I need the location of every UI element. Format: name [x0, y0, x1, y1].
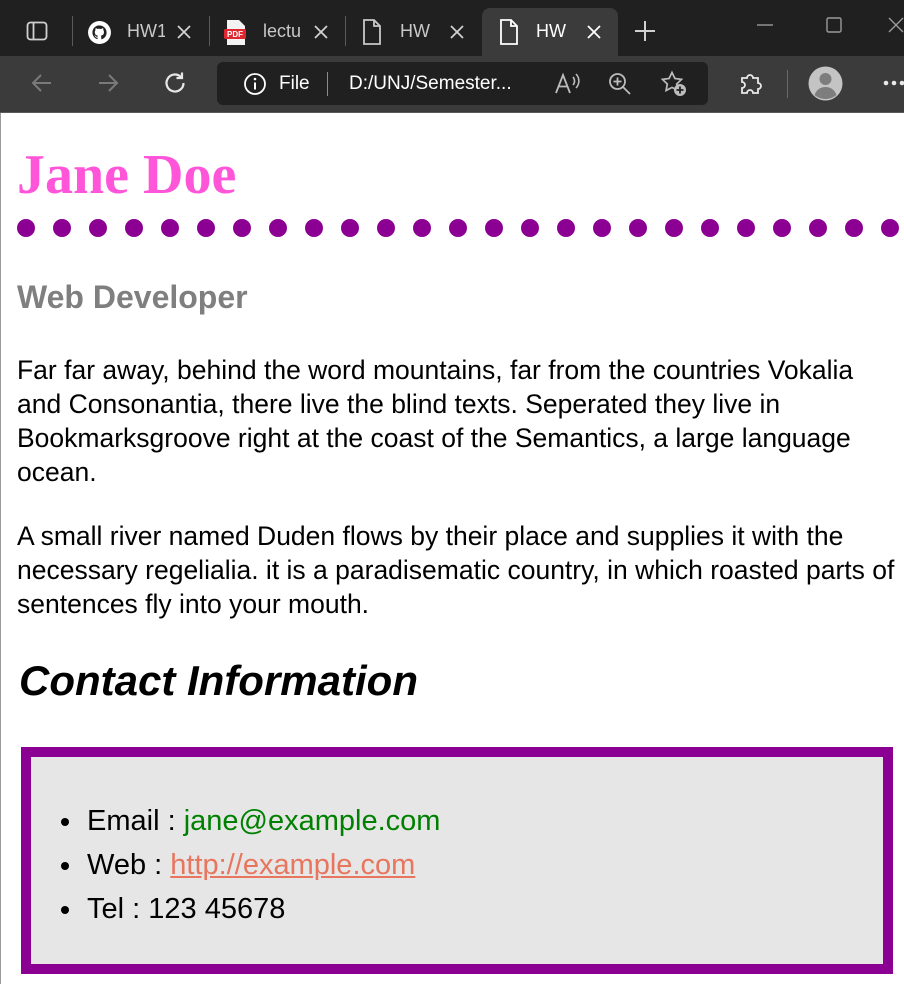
- contact-box: Email : jane@example.com Web : http://ex…: [21, 747, 893, 974]
- tab-title: lectu: [263, 21, 302, 41]
- divider-dot: [773, 219, 791, 237]
- website-link[interactable]: http://example.com: [170, 849, 415, 881]
- divider-dot: [161, 219, 179, 237]
- svg-text:PDF: PDF: [227, 30, 243, 39]
- close-tab-icon[interactable]: [585, 23, 603, 41]
- back-icon[interactable]: [29, 70, 55, 96]
- divider-dot: [17, 219, 35, 237]
- add-favorite-icon[interactable]: [659, 69, 689, 99]
- github-icon: [88, 21, 111, 44]
- address-divider: [327, 72, 328, 96]
- toolbar-divider: [787, 70, 788, 98]
- divider-dot: [413, 219, 431, 237]
- divider-dot: [809, 219, 827, 237]
- page-icon: [500, 19, 518, 45]
- tab-hw-page[interactable]: HW: [349, 8, 477, 56]
- page-icon: [363, 19, 381, 45]
- window-close-icon[interactable]: [886, 15, 904, 35]
- divider-dot: [197, 219, 215, 237]
- divider-dot: [449, 219, 467, 237]
- divider-dot: [845, 219, 863, 237]
- contact-item-tel: Tel : 123 45678: [58, 887, 440, 931]
- address-bar[interactable]: File D:/UNJ/Semester...: [217, 62, 708, 105]
- contact-list: Email : jane@example.com Web : http://ex…: [58, 799, 440, 931]
- close-tab-icon[interactable]: [448, 23, 466, 41]
- divider-dot: [665, 219, 683, 237]
- tab-hw1[interactable]: HW1: [77, 8, 205, 56]
- divider-dot: [89, 219, 107, 237]
- contact-label: Email :: [87, 805, 184, 837]
- address-scheme-label: File: [279, 73, 310, 94]
- maximize-icon[interactable]: [824, 15, 844, 35]
- tel-value: 123 45678: [148, 893, 286, 925]
- forward-icon[interactable]: [95, 70, 121, 96]
- contact-item-email: Email : jane@example.com: [58, 799, 440, 843]
- divider-dot: [125, 219, 143, 237]
- pdf-icon: PDF: [224, 20, 246, 45]
- second-paragraph: A small river named Duden flows by their…: [17, 521, 895, 619]
- minimize-icon[interactable]: [755, 15, 775, 35]
- divider-dot: [53, 219, 71, 237]
- divider-dot: [737, 219, 755, 237]
- divider-dot: [341, 219, 359, 237]
- close-tab-icon[interactable]: [175, 23, 193, 41]
- contact-item-web: Web : http://example.com: [58, 843, 440, 887]
- divider-dot: [305, 219, 323, 237]
- page-content: Jane Doe Web Developer Far far away, beh…: [0, 113, 904, 984]
- info-icon[interactable]: [243, 72, 267, 96]
- divider-dot: [557, 219, 575, 237]
- more-menu-icon[interactable]: [882, 78, 904, 88]
- tab-lecture-pdf[interactable]: PDF lectu: [213, 8, 341, 56]
- address-url[interactable]: D:/UNJ/Semester...: [349, 73, 512, 95]
- contact-label: Tel :: [87, 893, 149, 925]
- profile-avatar-icon[interactable]: [808, 66, 843, 101]
- divider-dot: [485, 219, 503, 237]
- divider-dot: [521, 219, 539, 237]
- tab-title: HW: [536, 21, 566, 41]
- close-tab-icon[interactable]: [312, 23, 330, 41]
- divider-dot: [701, 219, 719, 237]
- divider-dot: [377, 219, 395, 237]
- zoom-icon[interactable]: [607, 71, 633, 97]
- divider-dot: [233, 219, 251, 237]
- tab-strip: HW1 PDF lectu HW HW: [0, 0, 904, 56]
- intro-paragraph: Far far away, behind the word mountains,…: [17, 355, 854, 487]
- refresh-icon[interactable]: [161, 69, 189, 97]
- job-title: Web Developer: [17, 279, 248, 315]
- divider-dot: [593, 219, 611, 237]
- tab-hw-active[interactable]: HW: [482, 8, 618, 56]
- extensions-icon[interactable]: [737, 69, 765, 97]
- dotted-divider: [17, 219, 899, 237]
- divider-dot: [269, 219, 287, 237]
- divider-dot: [881, 219, 899, 237]
- email-value: jane@example.com: [183, 805, 441, 837]
- tab-title: HW1: [127, 21, 165, 41]
- divider-dot: [629, 219, 647, 237]
- read-aloud-icon[interactable]: [553, 71, 581, 97]
- contact-heading: Contact Information: [19, 657, 418, 704]
- page-title-name: Jane Doe: [17, 144, 237, 206]
- tab-actions-icon[interactable]: [25, 19, 49, 43]
- contact-label: Web :: [87, 849, 171, 881]
- tab-title: HW: [400, 21, 430, 41]
- new-tab-icon[interactable]: [633, 19, 657, 43]
